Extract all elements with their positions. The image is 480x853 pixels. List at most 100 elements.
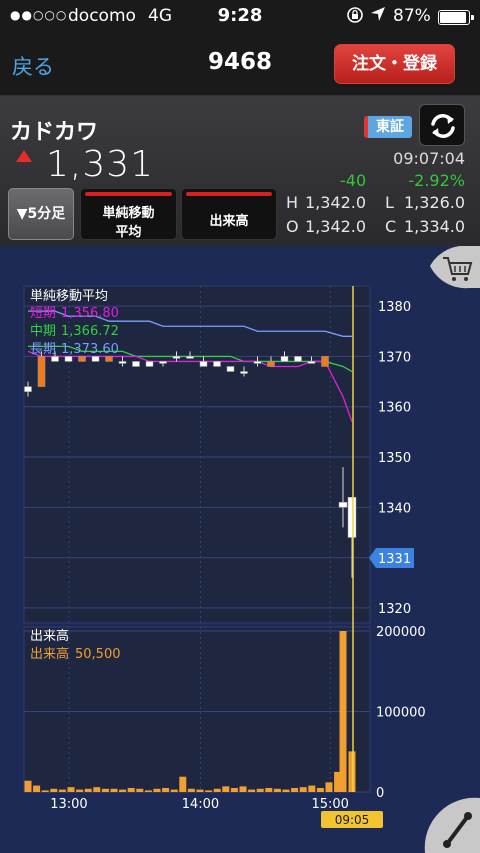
volume-bar <box>144 790 152 792</box>
volume-bar <box>205 790 213 792</box>
candle-body <box>159 361 167 364</box>
time-tick-label: 14:00 <box>182 797 219 812</box>
high-label: H <box>286 193 299 212</box>
active-indicator <box>186 192 272 196</box>
candle-body <box>37 356 46 387</box>
open-label: O <box>286 217 299 236</box>
volume-bar <box>50 788 58 792</box>
volume-tick-label: 0 <box>376 786 384 801</box>
volume-bar <box>153 788 161 792</box>
volume-bar <box>248 789 256 792</box>
volume-bar <box>282 789 290 792</box>
time-tick-label: 13:00 <box>50 797 87 812</box>
volume-bar <box>213 788 221 792</box>
cart-button[interactable] <box>430 246 480 289</box>
volume-bar <box>299 787 307 792</box>
moving-average-button[interactable]: 単純移動 平均 <box>80 188 177 240</box>
candle-body <box>213 361 221 367</box>
quote-panel: カドカワ 1,331 東証 09:07:04 -40 -2.92% H 1,34… <box>0 96 480 246</box>
refresh-icon <box>431 114 455 138</box>
candle-body <box>172 356 181 359</box>
volume-bar <box>110 788 118 792</box>
volume-bar <box>84 788 92 792</box>
volume-bar <box>291 787 299 792</box>
volume-legend-title: 出来高 <box>30 628 69 644</box>
price-tick-label: 1320 <box>378 602 411 617</box>
location-arrow-icon <box>370 6 386 26</box>
refresh-button[interactable] <box>419 104 465 146</box>
candle-body <box>78 356 86 362</box>
candle-body <box>24 386 32 392</box>
volume-bar <box>33 785 41 792</box>
candle-body <box>294 356 302 362</box>
candle-body <box>307 361 316 364</box>
stock-chart[interactable]: 1380137013601350134013301320 20000010000… <box>0 246 480 853</box>
volume-bar <box>325 782 333 792</box>
ma-short-label: 短期 <box>30 306 56 321</box>
volume-tick-label: 200000 <box>376 625 426 640</box>
drawing-tool-button[interactable] <box>424 797 480 853</box>
battery-icon <box>438 10 474 25</box>
volume-bar <box>101 788 109 792</box>
navigation-bar: 戻る 9468 注文・登録 <box>0 34 480 96</box>
volume-bar <box>187 788 195 792</box>
volume-bar <box>308 785 316 792</box>
volume-bar <box>256 788 264 792</box>
volume-bar <box>162 787 170 792</box>
price-tick-label: 1360 <box>378 401 411 416</box>
volume-bar <box>230 787 238 792</box>
volume-bar <box>339 631 347 792</box>
volume-legend-value: 50,500 <box>75 647 121 662</box>
price-tick-label: 1350 <box>378 451 411 466</box>
volume-bar <box>170 789 178 792</box>
close-value: 1,334.0 <box>404 217 466 236</box>
candle-body <box>240 371 248 374</box>
volume-legend-label: 出来高 <box>30 646 69 662</box>
up-arrow-icon <box>16 150 32 162</box>
time-tick-label: 15:00 <box>311 797 348 812</box>
volume-tick-label: 100000 <box>376 706 426 721</box>
exchange-badge: 東証 <box>364 116 412 138</box>
candle-body <box>51 356 59 362</box>
volume-bar <box>348 751 356 792</box>
status-bar: ●●○○○ docomo 4G 9:28 87% <box>0 0 480 34</box>
candle-body <box>347 497 357 538</box>
open-value: 1,342.0 <box>305 217 367 236</box>
ma-mid-value: 1,366.72 <box>61 324 119 339</box>
volume-bar <box>265 787 273 792</box>
price-axis-ticks: 1380137013601350134013301320 <box>378 300 411 617</box>
ma-short-value: 1,356.80 <box>61 306 119 321</box>
candle-body <box>226 366 235 372</box>
quote-time: 09:07:04 <box>393 149 465 168</box>
stock-name: カドカワ <box>10 120 99 145</box>
period-select-button[interactable]: ▼5分足 <box>8 188 74 240</box>
ma-mid-label: 中期 <box>30 324 56 339</box>
price-tick-label: 1340 <box>378 501 411 516</box>
low-value: 1,326.0 <box>404 193 466 212</box>
ma-label-line2: 平均 <box>115 225 142 240</box>
volume-bar <box>136 788 144 792</box>
candle-body <box>91 356 100 362</box>
current-price-tag-label: 1331 <box>378 552 411 567</box>
ma-long-value: 1,373.60 <box>61 342 119 357</box>
price-tick-label: 1370 <box>378 350 411 365</box>
rotation-lock-icon <box>346 6 364 28</box>
volume-bar <box>316 787 324 792</box>
candle-body <box>253 361 262 364</box>
chart-area[interactable]: 1380137013601350134013301320 20000010000… <box>0 246 480 853</box>
high-value: 1,342.0 <box>305 193 367 212</box>
volume-label: 出来高 <box>209 214 249 229</box>
cursor-time-label: 09:05 <box>335 813 370 827</box>
volume-bar <box>41 790 49 792</box>
volume-bar <box>93 787 101 792</box>
time-axis-ticks: 13:00 14:00 15:00 <box>50 797 349 812</box>
order-register-button[interactable]: 注文・登録 <box>334 44 455 84</box>
volume-axis-ticks: 200000 100000 0 <box>376 625 426 801</box>
low-label: L <box>385 193 394 212</box>
ma-legend-title: 単純移動平均 <box>30 288 108 304</box>
candle-body <box>132 361 140 367</box>
volume-button[interactable]: 出来高 <box>181 188 277 240</box>
current-price: 1,331 <box>46 144 155 185</box>
candle-body <box>118 361 127 364</box>
candle-body <box>199 361 208 367</box>
